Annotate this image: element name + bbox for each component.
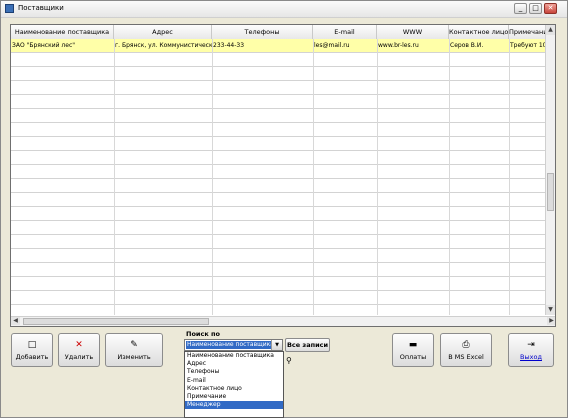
dropdown-option[interactable]: Примечание xyxy=(185,393,283,401)
maximize-button[interactable]: □ xyxy=(529,3,542,14)
table-header: Наименование поставщика Адрес Телефоны E… xyxy=(11,25,547,40)
table-row[interactable] xyxy=(11,165,547,179)
delete-button[interactable]: ✕ Удалить xyxy=(58,333,100,367)
table-row[interactable] xyxy=(11,123,547,137)
all-records-button[interactable]: Все записи xyxy=(285,338,330,352)
cell-contact: Серов В.И. xyxy=(450,42,484,49)
cell-address: г. Брянск, ул. Коммунистическая, xyxy=(115,42,212,49)
column-header-name[interactable]: Наименование поставщика xyxy=(11,25,114,39)
search-field-dropdown[interactable]: Наименование поставщика Адрес Телефоны E… xyxy=(184,351,284,418)
delete-icon: ✕ xyxy=(75,340,83,350)
window-title: Поставщики xyxy=(18,4,64,12)
printer-icon: ⎙ xyxy=(462,340,470,350)
dropdown-option[interactable]: Телефоны xyxy=(185,368,283,376)
column-divider xyxy=(114,39,115,315)
payments-button[interactable]: ▬ Оплаты xyxy=(392,333,434,367)
add-icon: □ xyxy=(27,340,37,350)
vertical-scroll-thumb[interactable] xyxy=(547,173,554,211)
column-divider xyxy=(509,39,510,315)
column-header-email[interactable]: E-mail xyxy=(313,25,377,39)
app-icon xyxy=(5,4,14,13)
scroll-right-icon[interactable]: ▶ xyxy=(547,317,555,325)
dropdown-option[interactable]: Адрес xyxy=(185,360,283,368)
table-row[interactable] xyxy=(11,207,547,221)
table-row[interactable] xyxy=(11,137,547,151)
table-row[interactable] xyxy=(11,277,547,291)
edit-label: Изменить xyxy=(117,353,151,361)
close-button[interactable]: ✕ xyxy=(544,3,557,14)
column-header-www[interactable]: WWW xyxy=(377,25,449,39)
dropdown-option-highlighted[interactable]: Менеджер xyxy=(185,401,283,410)
payments-label: Оплаты xyxy=(399,353,427,361)
table-row[interactable] xyxy=(11,263,547,277)
table-row[interactable] xyxy=(11,179,547,193)
column-divider xyxy=(212,39,213,315)
table-row[interactable] xyxy=(11,249,547,263)
vertical-scrollbar[interactable]: ▲ ▼ xyxy=(545,25,555,315)
column-divider xyxy=(313,39,314,315)
table-row[interactable] xyxy=(11,221,547,235)
horizontal-scroll-thumb[interactable] xyxy=(23,318,209,325)
dropdown-option[interactable]: E-mail xyxy=(185,377,283,385)
search-field-select[interactable]: Наименование поставщика ▼ xyxy=(184,339,283,351)
cell-www: www.br-les.ru xyxy=(378,42,419,49)
table-body: ЗАО "Брянский лес" г. Брянск, ул. Коммун… xyxy=(11,39,547,319)
column-header-contact[interactable]: Контактное лицо xyxy=(449,25,509,39)
suppliers-table[interactable]: Наименование поставщика Адрес Телефоны E… xyxy=(10,24,556,327)
scroll-down-icon[interactable]: ▼ xyxy=(546,305,555,315)
cell-email: les@mail.ru xyxy=(314,42,350,49)
table-row[interactable] xyxy=(11,109,547,123)
chevron-down-icon[interactable]: ▼ xyxy=(271,340,282,350)
title-bar[interactable]: Поставщики _ □ ✕ xyxy=(1,1,567,18)
edit-button[interactable]: ✎ Изменить xyxy=(105,333,163,367)
minimize-button[interactable]: _ xyxy=(514,3,527,14)
search-label: Поиск по xyxy=(186,330,220,338)
add-label: Добавить xyxy=(15,353,49,361)
exit-label: Выход xyxy=(520,353,542,361)
table-row[interactable] xyxy=(11,81,547,95)
column-header-phones[interactable]: Телефоны xyxy=(212,25,313,39)
exit-icon: ⇥ xyxy=(527,340,535,350)
scroll-up-icon[interactable]: ▲ xyxy=(546,25,555,35)
table-row[interactable] xyxy=(11,291,547,305)
search-field-value: Наименование поставщика xyxy=(186,341,273,349)
horizontal-scrollbar[interactable]: ◀ ▶ xyxy=(11,316,555,326)
scroll-left-icon[interactable]: ◀ xyxy=(11,317,20,325)
cell-name: ЗАО "Брянский лес" xyxy=(12,42,76,49)
table-row[interactable] xyxy=(11,235,547,249)
dropdown-option[interactable]: Наименование поставщика xyxy=(185,352,283,360)
export-excel-label: В MS Excel xyxy=(448,353,484,361)
column-divider xyxy=(449,39,450,315)
column-divider xyxy=(377,39,378,315)
table-row[interactable] xyxy=(11,151,547,165)
table-row[interactable] xyxy=(11,67,547,81)
payments-icon: ▬ xyxy=(408,340,418,350)
cell-phones: 233-44-33 xyxy=(213,42,245,49)
table-row[interactable] xyxy=(11,193,547,207)
delete-label: Удалить xyxy=(64,353,94,361)
binoculars-icon[interactable]: ⚲ xyxy=(286,356,292,365)
column-header-note[interactable]: Примечание xyxy=(509,25,547,39)
column-header-address[interactable]: Адрес xyxy=(114,25,212,39)
edit-icon: ✎ xyxy=(130,340,138,350)
dropdown-option[interactable]: Контактное лицо xyxy=(185,385,283,393)
export-excel-button[interactable]: ⎙ В MS Excel xyxy=(440,333,492,367)
exit-button[interactable]: ⇥ Выход xyxy=(508,333,554,367)
table-row[interactable] xyxy=(11,53,547,67)
table-row[interactable]: ЗАО "Брянский лес" г. Брянск, ул. Коммун… xyxy=(11,39,547,53)
cell-note: Требуют 100% xyxy=(510,42,547,49)
add-button[interactable]: □ Добавить xyxy=(11,333,53,367)
table-row[interactable] xyxy=(11,95,547,109)
